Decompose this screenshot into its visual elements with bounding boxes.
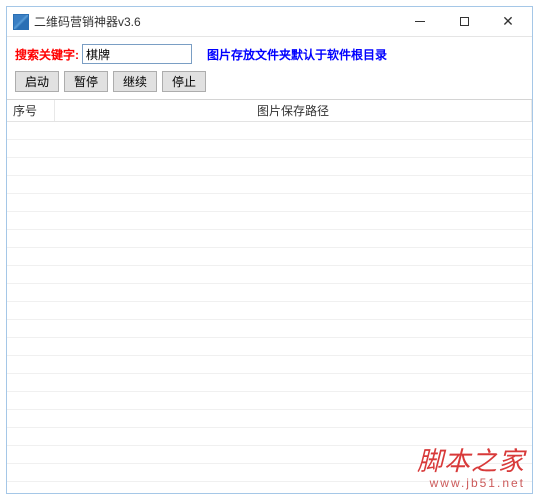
table-body	[7, 122, 532, 482]
table-row	[7, 140, 532, 158]
search-row: 搜索关键字: 图片存放文件夹默认于软件根目录	[7, 37, 532, 68]
table-row	[7, 194, 532, 212]
table-row	[7, 446, 532, 464]
notice-text: 图片存放文件夹默认于软件根目录	[207, 46, 387, 63]
toolbar: 启动 暂停 继续 停止	[7, 68, 532, 99]
minimize-button[interactable]	[398, 8, 442, 36]
start-button[interactable]: 启动	[15, 71, 59, 92]
window-title: 二维码营销神器v3.6	[34, 13, 398, 30]
table-row	[7, 410, 532, 428]
window-controls: ✕	[398, 8, 530, 36]
column-path[interactable]: 图片保存路径	[55, 100, 532, 121]
table-row	[7, 248, 532, 266]
pause-button[interactable]: 暂停	[64, 71, 108, 92]
search-label: 搜索关键字:	[15, 46, 79, 63]
column-seq[interactable]: 序号	[7, 100, 55, 121]
resume-button[interactable]: 继续	[113, 71, 157, 92]
table-row	[7, 428, 532, 446]
table-row	[7, 302, 532, 320]
table-row	[7, 212, 532, 230]
app-window: 二维码营销神器v3.6 ✕ 搜索关键字: 图片存放文件夹默认于软件根目录 启动 …	[6, 6, 533, 494]
table-row	[7, 266, 532, 284]
table-row	[7, 284, 532, 302]
table-header: 序号 图片保存路径	[7, 100, 532, 122]
table-row	[7, 230, 532, 248]
maximize-icon	[460, 17, 469, 26]
table-row	[7, 158, 532, 176]
table-row	[7, 392, 532, 410]
maximize-button[interactable]	[442, 8, 486, 36]
app-icon	[13, 14, 29, 30]
table-row	[7, 176, 532, 194]
table-row	[7, 464, 532, 482]
stop-button[interactable]: 停止	[162, 71, 206, 92]
minimize-icon	[415, 21, 425, 22]
search-input[interactable]	[82, 44, 192, 64]
table-row	[7, 374, 532, 392]
close-button[interactable]: ✕	[486, 8, 530, 36]
table-row	[7, 338, 532, 356]
table-area: 序号 图片保存路径	[7, 99, 532, 493]
titlebar: 二维码营销神器v3.6 ✕	[7, 7, 532, 37]
close-icon: ✕	[502, 13, 514, 30]
table-row	[7, 356, 532, 374]
table-row	[7, 122, 532, 140]
table-row	[7, 320, 532, 338]
